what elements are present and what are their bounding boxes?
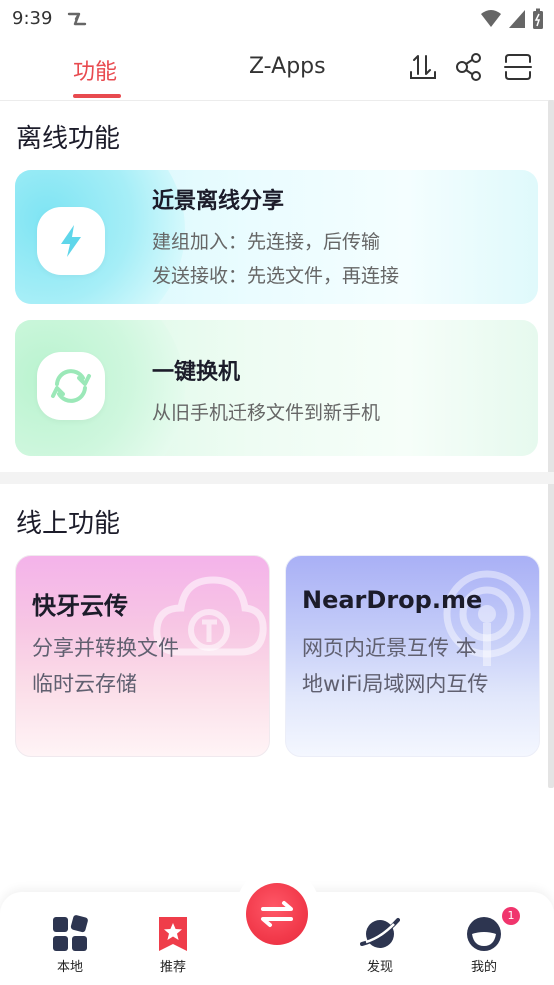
- transfer-button[interactable]: [246, 883, 308, 945]
- one-click-switch-card[interactable]: 一键换机 从旧手机迁移文件到新手机: [15, 320, 538, 456]
- planet-icon: [360, 914, 400, 954]
- notification-badge: 1: [502, 907, 520, 925]
- card-description: 临时云存储: [32, 672, 137, 696]
- tab-z-apps[interactable]: Z-Apps: [249, 54, 326, 79]
- signal-icon: [508, 9, 526, 33]
- battery-icon: [532, 8, 544, 34]
- nav-label: 推荐: [159, 960, 186, 975]
- wifi-icon: [480, 9, 502, 33]
- share-icon[interactable]: [454, 52, 484, 82]
- card-description: 发送接收：先选文件，再连接: [152, 265, 400, 287]
- kuaiya-cloud-card[interactable]: 快牙云传 分享并转换文件 临时云存储: [15, 555, 270, 757]
- tab-functions[interactable]: 功能: [73, 54, 117, 86]
- swap-cycle-icon: [37, 352, 105, 420]
- card-description: 从旧手机迁移文件到新手机: [152, 402, 381, 424]
- nav-item-recommend[interactable]: 推荐: [138, 914, 208, 975]
- card-description: 分享并转换文件: [32, 636, 179, 660]
- grid-apps-icon: [50, 914, 90, 954]
- card-title: 快牙云传: [32, 592, 128, 620]
- nav-label: 我的: [470, 960, 497, 975]
- card-description: 网页内近景互传 本: [302, 636, 477, 660]
- nav-label: 本地: [56, 960, 83, 975]
- neardrop-card[interactable]: NearDrop.me 网页内近景互传 本 地wiFi局域网内互传: [285, 555, 540, 757]
- offline-section-title: 离线功能: [16, 124, 121, 154]
- avatar-icon: [464, 914, 504, 954]
- notification-icon: [66, 9, 88, 33]
- nav-label: 发现: [366, 960, 393, 975]
- transfer-arrows-icon: [261, 901, 293, 927]
- nearby-offline-share-card[interactable]: 近景离线分享 建组加入：先连接，后传输 发送接收：先选文件，再连接: [15, 170, 538, 304]
- tab-active-indicator: [73, 94, 121, 98]
- sort-transfer-icon[interactable]: [408, 52, 438, 82]
- card-title: NearDrop.me: [302, 586, 483, 614]
- nav-item-local[interactable]: 本地: [35, 914, 105, 975]
- online-section-title: 线上功能: [16, 509, 121, 539]
- section-divider: [0, 472, 554, 484]
- scrollbar[interactable]: [548, 100, 554, 788]
- card-description: 地wiFi局域网内互传: [302, 672, 489, 696]
- top-tab-bar: 功能 Z-Apps: [0, 38, 554, 101]
- nav-item-discover[interactable]: 发现: [345, 914, 415, 975]
- card-title: 一键换机: [152, 360, 241, 385]
- star-bookmark-icon: [153, 914, 193, 954]
- card-title: 近景离线分享: [152, 189, 285, 214]
- card-description: 建组加入：先连接，后传输: [152, 231, 381, 253]
- lightning-icon: [37, 207, 105, 275]
- scan-icon[interactable]: [503, 52, 533, 82]
- status-bar: 9:39: [0, 0, 554, 38]
- status-time: 9:39: [12, 8, 53, 29]
